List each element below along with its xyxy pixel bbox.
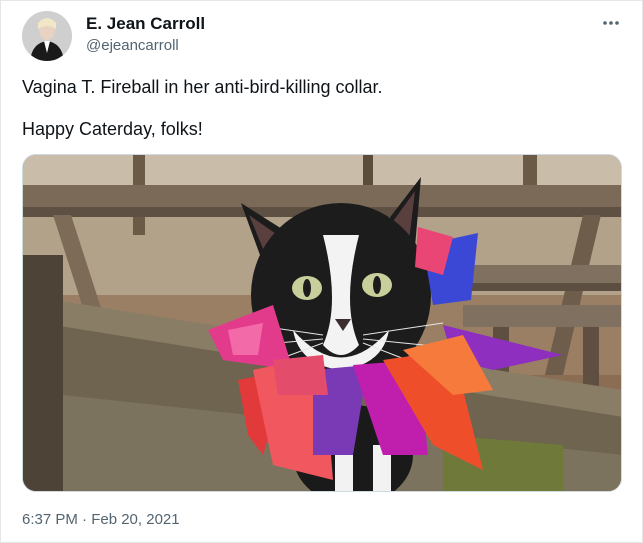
author-name[interactable]: E. Jean Carroll (86, 14, 205, 34)
tweet-text-line-2: Happy Caterday, folks! (22, 119, 203, 139)
cat-photo (23, 155, 621, 491)
tweet-text-line-1: Vagina T. Fireball in her anti-bird-kill… (22, 77, 383, 97)
tweet-card: E. Jean Carroll @ejeancarroll Vagina T. … (0, 0, 643, 543)
tweet-photo[interactable] (22, 154, 622, 492)
avatar[interactable] (22, 11, 72, 61)
author-handle[interactable]: @ejeancarroll (86, 37, 179, 54)
avatar-image (22, 11, 72, 61)
tweet-timestamp[interactable]: 6:37 PM · Feb 20, 2021 (22, 511, 180, 528)
more-options-button[interactable] (599, 11, 623, 35)
more-dots-icon (603, 21, 619, 25)
